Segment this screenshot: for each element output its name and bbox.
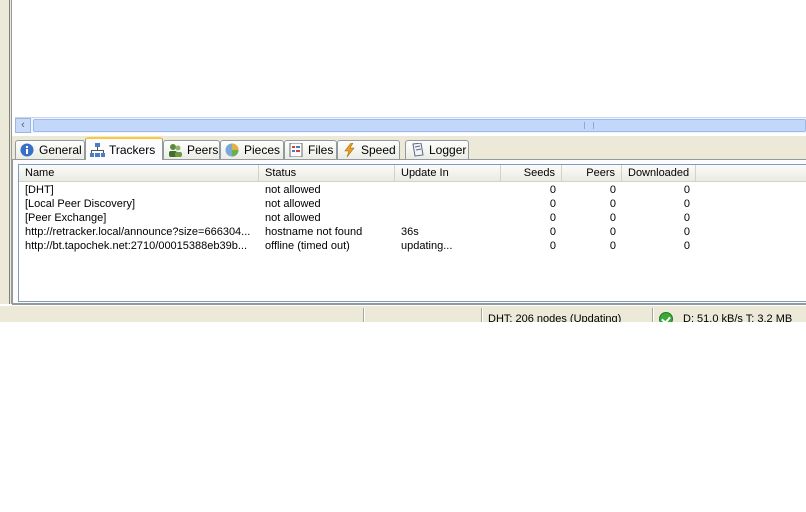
tracker-peers: 0 bbox=[609, 226, 616, 238]
tab-files[interactable]: Files bbox=[284, 140, 337, 159]
tab-bar: General Trackers Peers Pieces Files Spee… bbox=[12, 136, 806, 160]
status-separator bbox=[481, 308, 483, 322]
tracker-status: not allowed bbox=[265, 198, 321, 210]
files-icon bbox=[289, 142, 304, 158]
torrent-list-area bbox=[0, 0, 806, 117]
trackers-list[interactable]: Name Status Update In Seeds Peers Downlo… bbox=[18, 164, 806, 302]
tracker-update-in: 36s bbox=[401, 226, 419, 238]
dht-status: DHT: 206 nodes (Updating) bbox=[488, 313, 622, 322]
tab-label: Files bbox=[308, 143, 334, 157]
tracker-seeds: 0 bbox=[549, 212, 556, 224]
tab-label: Speed bbox=[361, 143, 396, 157]
tab-trackers[interactable]: Trackers bbox=[85, 137, 163, 160]
tab-logger[interactable]: Logger bbox=[405, 140, 469, 159]
tab-label: Trackers bbox=[109, 142, 156, 157]
tab-pieces[interactable]: Pieces bbox=[220, 140, 284, 159]
status-separator bbox=[363, 308, 365, 322]
list-header: Name Status Update In Seeds Peers Downlo… bbox=[19, 165, 806, 182]
window-left-border bbox=[0, 0, 12, 304]
tab-label: General bbox=[39, 143, 82, 157]
table-row[interactable]: http://bt.tapochek.net:2710/00015388eb39… bbox=[19, 239, 806, 253]
status-bar: DHT: 206 nodes (Updating) D: 51.0 kB/s T… bbox=[0, 305, 806, 322]
tracker-name: http://bt.tapochek.net:2710/00015388eb39… bbox=[25, 240, 248, 252]
tab-general[interactable]: General bbox=[15, 140, 85, 159]
grip-icon bbox=[584, 122, 594, 129]
tracker-peers: 0 bbox=[609, 240, 616, 252]
status-separator bbox=[652, 308, 654, 322]
horizontal-scrollbar[interactable]: ‹ bbox=[15, 117, 806, 133]
transfer-status: D: 51.0 kB/s T: 3.2 MB bbox=[683, 313, 793, 322]
table-row[interactable]: [DHT] not allowed 0 0 0 bbox=[19, 183, 806, 197]
column-header-status[interactable]: Status bbox=[259, 165, 395, 181]
table-row[interactable]: [Peer Exchange] not allowed 0 0 0 bbox=[19, 211, 806, 225]
tracker-downloaded: 0 bbox=[683, 226, 690, 238]
tracker-name: http://retracker.local/announce?size=666… bbox=[25, 226, 251, 238]
tracker-name: [Peer Exchange] bbox=[25, 212, 107, 224]
tracker-downloaded: 0 bbox=[683, 198, 690, 210]
column-header-downloaded[interactable]: Downloaded bbox=[622, 165, 696, 181]
tab-label: Peers bbox=[187, 143, 219, 157]
network-icon bbox=[90, 142, 105, 157]
users-icon bbox=[168, 143, 183, 157]
tab-label: Logger bbox=[429, 143, 467, 157]
tracker-status: offline (timed out) bbox=[265, 240, 350, 252]
tracker-update-in: updating... bbox=[401, 240, 453, 252]
tracker-name: [DHT] bbox=[25, 184, 54, 196]
tracker-seeds: 0 bbox=[549, 240, 556, 252]
tracker-name: [Local Peer Discovery] bbox=[25, 198, 136, 210]
column-header-seeds[interactable]: Seeds bbox=[501, 165, 562, 181]
tab-peers[interactable]: Peers bbox=[163, 140, 220, 159]
info-icon bbox=[20, 143, 35, 157]
column-header-peers[interactable]: Peers bbox=[562, 165, 622, 181]
tracker-downloaded: 0 bbox=[683, 184, 690, 196]
chevron-left-icon: ‹ bbox=[21, 119, 25, 131]
tab-label: Pieces bbox=[244, 143, 281, 157]
tracker-seeds: 0 bbox=[549, 226, 556, 238]
tracker-peers: 0 bbox=[609, 212, 616, 224]
tracker-peers: 0 bbox=[609, 184, 616, 196]
scroll-thumb[interactable] bbox=[33, 119, 806, 132]
column-header-update-in[interactable]: Update In bbox=[395, 165, 501, 181]
tracker-status: hostname not found bbox=[265, 226, 363, 238]
table-row[interactable]: [Local Peer Discovery] not allowed 0 0 0 bbox=[19, 197, 806, 211]
table-row[interactable]: http://retracker.local/announce?size=666… bbox=[19, 225, 806, 239]
tracker-seeds: 0 bbox=[549, 198, 556, 210]
tracker-peers: 0 bbox=[609, 198, 616, 210]
tracker-seeds: 0 bbox=[549, 184, 556, 196]
tracker-status: not allowed bbox=[265, 184, 321, 196]
tracker-downloaded: 0 bbox=[683, 240, 690, 252]
document-icon bbox=[410, 142, 425, 157]
tracker-status: not allowed bbox=[265, 212, 321, 224]
column-header-name[interactable]: Name bbox=[19, 165, 259, 181]
scroll-left-button[interactable]: ‹ bbox=[15, 118, 31, 133]
lightning-icon bbox=[342, 142, 357, 158]
pie-icon bbox=[225, 143, 240, 157]
connection-ok-icon[interactable] bbox=[659, 312, 673, 322]
tracker-downloaded: 0 bbox=[683, 212, 690, 224]
tab-speed[interactable]: Speed bbox=[337, 140, 400, 159]
